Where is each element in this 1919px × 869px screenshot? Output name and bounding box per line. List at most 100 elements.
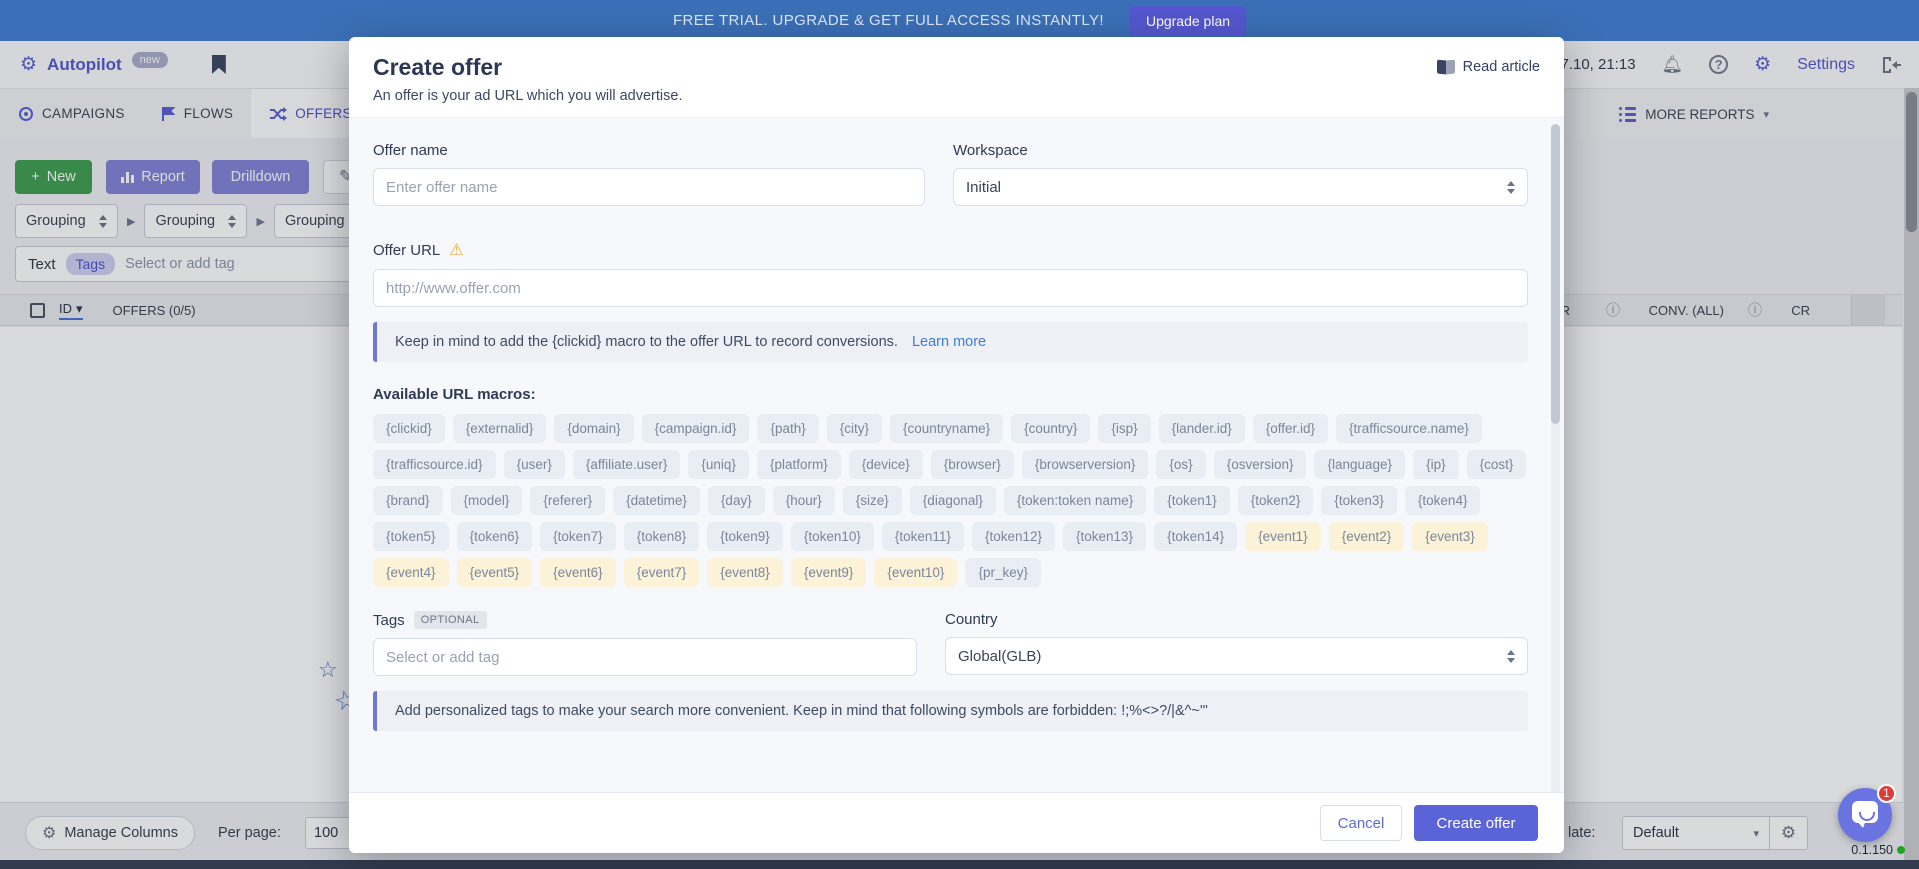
tags-input[interactable] (373, 638, 917, 676)
clickid-note-text: Keep in mind to add the {clickid} macro … (395, 334, 898, 350)
modal-footer: Cancel Create offer (349, 792, 1564, 853)
macro-pill[interactable]: {event5} (457, 558, 533, 587)
macro-pill[interactable]: {token14} (1154, 522, 1237, 551)
macro-pill[interactable]: {token13} (1063, 522, 1146, 551)
macro-pill[interactable]: {token5} (373, 522, 449, 551)
modal-body: Offer name Workspace Initial Offer URL ⚠ (349, 118, 1564, 792)
offer-url-input[interactable] (373, 269, 1528, 307)
macro-pill[interactable]: {model} (451, 486, 523, 515)
macros-list: {clickid} {externalid} {domain} {campaig… (373, 414, 1531, 587)
macro-pill[interactable]: {datetime} (613, 486, 700, 515)
updown-chevron-icon (1507, 650, 1515, 663)
tags-note: Add personalized tags to make your searc… (373, 691, 1528, 731)
country-select[interactable]: Global(GLB) (945, 637, 1528, 675)
promo-text: FREE TRIAL. UPGRADE & GET FULL ACCESS IN… (673, 12, 1104, 29)
clickid-note: Keep in mind to add the {clickid} macro … (373, 322, 1528, 362)
tags-note-text: Add personalized tags to make your searc… (395, 703, 1208, 719)
macro-pill[interactable]: {referer} (530, 486, 605, 515)
updown-chevron-icon (1507, 181, 1515, 194)
modal-subtitle: An offer is your ad URL which you will a… (373, 88, 1540, 104)
macro-pill[interactable]: {token8} (624, 522, 700, 551)
macro-pill[interactable]: {size} (843, 486, 902, 515)
optional-badge: OPTIONAL (414, 611, 487, 629)
tags-label: Tags (373, 612, 405, 629)
chat-unread-badge: 1 (1877, 784, 1896, 803)
macro-pill[interactable]: {domain} (554, 414, 633, 443)
macro-pill[interactable]: {token2} (1238, 486, 1314, 515)
macro-pill[interactable]: {event3} (1412, 522, 1488, 551)
macro-pill[interactable]: {campaign.id} (642, 414, 750, 443)
chat-widget-button[interactable]: 1 (1838, 788, 1892, 842)
macros-label: Available URL macros: (373, 386, 1528, 403)
macro-pill[interactable]: {token9} (707, 522, 783, 551)
learn-more-link[interactable]: Learn more (912, 334, 986, 350)
macro-pill[interactable]: {clickid} (373, 414, 445, 443)
modal-scrollbar-thumb[interactable] (1551, 124, 1560, 424)
read-article-label: Read article (1463, 59, 1540, 75)
promo-banner: FREE TRIAL. UPGRADE & GET FULL ACCESS IN… (0, 0, 1919, 41)
macro-pill[interactable]: {externalid} (453, 414, 547, 443)
country-label: Country (945, 611, 1528, 628)
macro-pill[interactable]: {event6} (540, 558, 616, 587)
read-article-link[interactable]: Read article (1437, 59, 1540, 75)
macro-pill[interactable]: {country} (1011, 414, 1090, 443)
macro-pill[interactable]: {uniq} (688, 450, 749, 479)
create-offer-button[interactable]: Create offer (1414, 805, 1538, 841)
macro-pill[interactable]: {offer.id} (1253, 414, 1328, 443)
modal-header: Create offer An offer is your ad URL whi… (349, 37, 1564, 118)
create-offer-modal: Create offer An offer is your ad URL whi… (349, 37, 1564, 853)
macro-pill[interactable]: {affiliate.user} (573, 450, 681, 479)
macro-pill[interactable]: {token10} (791, 522, 874, 551)
macro-pill[interactable]: {event4} (373, 558, 449, 587)
macro-pill[interactable]: {trafficsource.name} (1336, 414, 1482, 443)
macro-pill[interactable]: {ip} (1413, 450, 1459, 479)
bottom-strip (0, 860, 1919, 869)
offer-url-label: Offer URL (373, 242, 440, 259)
macro-pill[interactable]: {platform} (757, 450, 841, 479)
macro-pill[interactable]: {event2} (1329, 522, 1405, 551)
version-number: 0.1.150 (1851, 843, 1893, 857)
macro-pill[interactable]: {osversion} (1214, 450, 1307, 479)
macro-pill[interactable]: {browser} (931, 450, 1014, 479)
warning-icon: ⚠ (449, 240, 463, 260)
macro-pill[interactable]: {event7} (624, 558, 700, 587)
macro-pill[interactable]: {event9} (791, 558, 867, 587)
cancel-button[interactable]: Cancel (1320, 805, 1402, 841)
macro-pill[interactable]: {token:token name} (1004, 486, 1146, 515)
macro-pill[interactable]: {event1} (1245, 522, 1321, 551)
macro-pill[interactable]: {trafficsource.id} (373, 450, 496, 479)
macro-pill[interactable]: {token3} (1321, 486, 1397, 515)
macro-pill[interactable]: {browserversion} (1022, 450, 1149, 479)
macro-pill[interactable]: {day} (708, 486, 765, 515)
macro-pill[interactable]: {city} (827, 414, 882, 443)
macro-pill[interactable]: {token7} (540, 522, 616, 551)
macro-pill[interactable]: {path} (757, 414, 818, 443)
macro-pill[interactable]: {brand} (373, 486, 443, 515)
macro-pill[interactable]: {countryname} (890, 414, 1003, 443)
modal-title: Create offer (373, 54, 1540, 81)
macro-pill[interactable]: {isp} (1098, 414, 1150, 443)
macro-pill[interactable]: {event10} (874, 558, 957, 587)
country-value: Global(GLB) (958, 648, 1041, 665)
macro-pill[interactable]: {cost} (1467, 450, 1527, 479)
macro-pill[interactable]: {event8} (707, 558, 783, 587)
macro-pill[interactable]: {diagonal} (910, 486, 996, 515)
workspace-select[interactable]: Initial (953, 168, 1528, 206)
macro-pill[interactable]: {lander.id} (1159, 414, 1245, 443)
macro-pill[interactable]: {device} (849, 450, 923, 479)
status-dot (1897, 846, 1905, 854)
macro-pill[interactable]: {pr_key} (965, 558, 1041, 587)
macro-pill[interactable]: {token4} (1405, 486, 1481, 515)
macro-pill[interactable]: {language} (1314, 450, 1405, 479)
macro-pill[interactable]: {token12} (972, 522, 1055, 551)
workspace-value: Initial (966, 179, 1001, 196)
macro-pill[interactable]: {hour} (773, 486, 835, 515)
macro-pill[interactable]: {token11} (882, 522, 964, 551)
macro-pill[interactable]: {user} (504, 450, 565, 479)
macro-pill[interactable]: {token6} (457, 522, 533, 551)
macro-pill[interactable]: {os} (1156, 450, 1205, 479)
upgrade-plan-button[interactable]: Upgrade plan (1130, 6, 1246, 36)
offer-name-input[interactable] (373, 168, 925, 206)
modal-scrollbar[interactable] (1551, 124, 1560, 792)
macro-pill[interactable]: {token1} (1154, 486, 1230, 515)
